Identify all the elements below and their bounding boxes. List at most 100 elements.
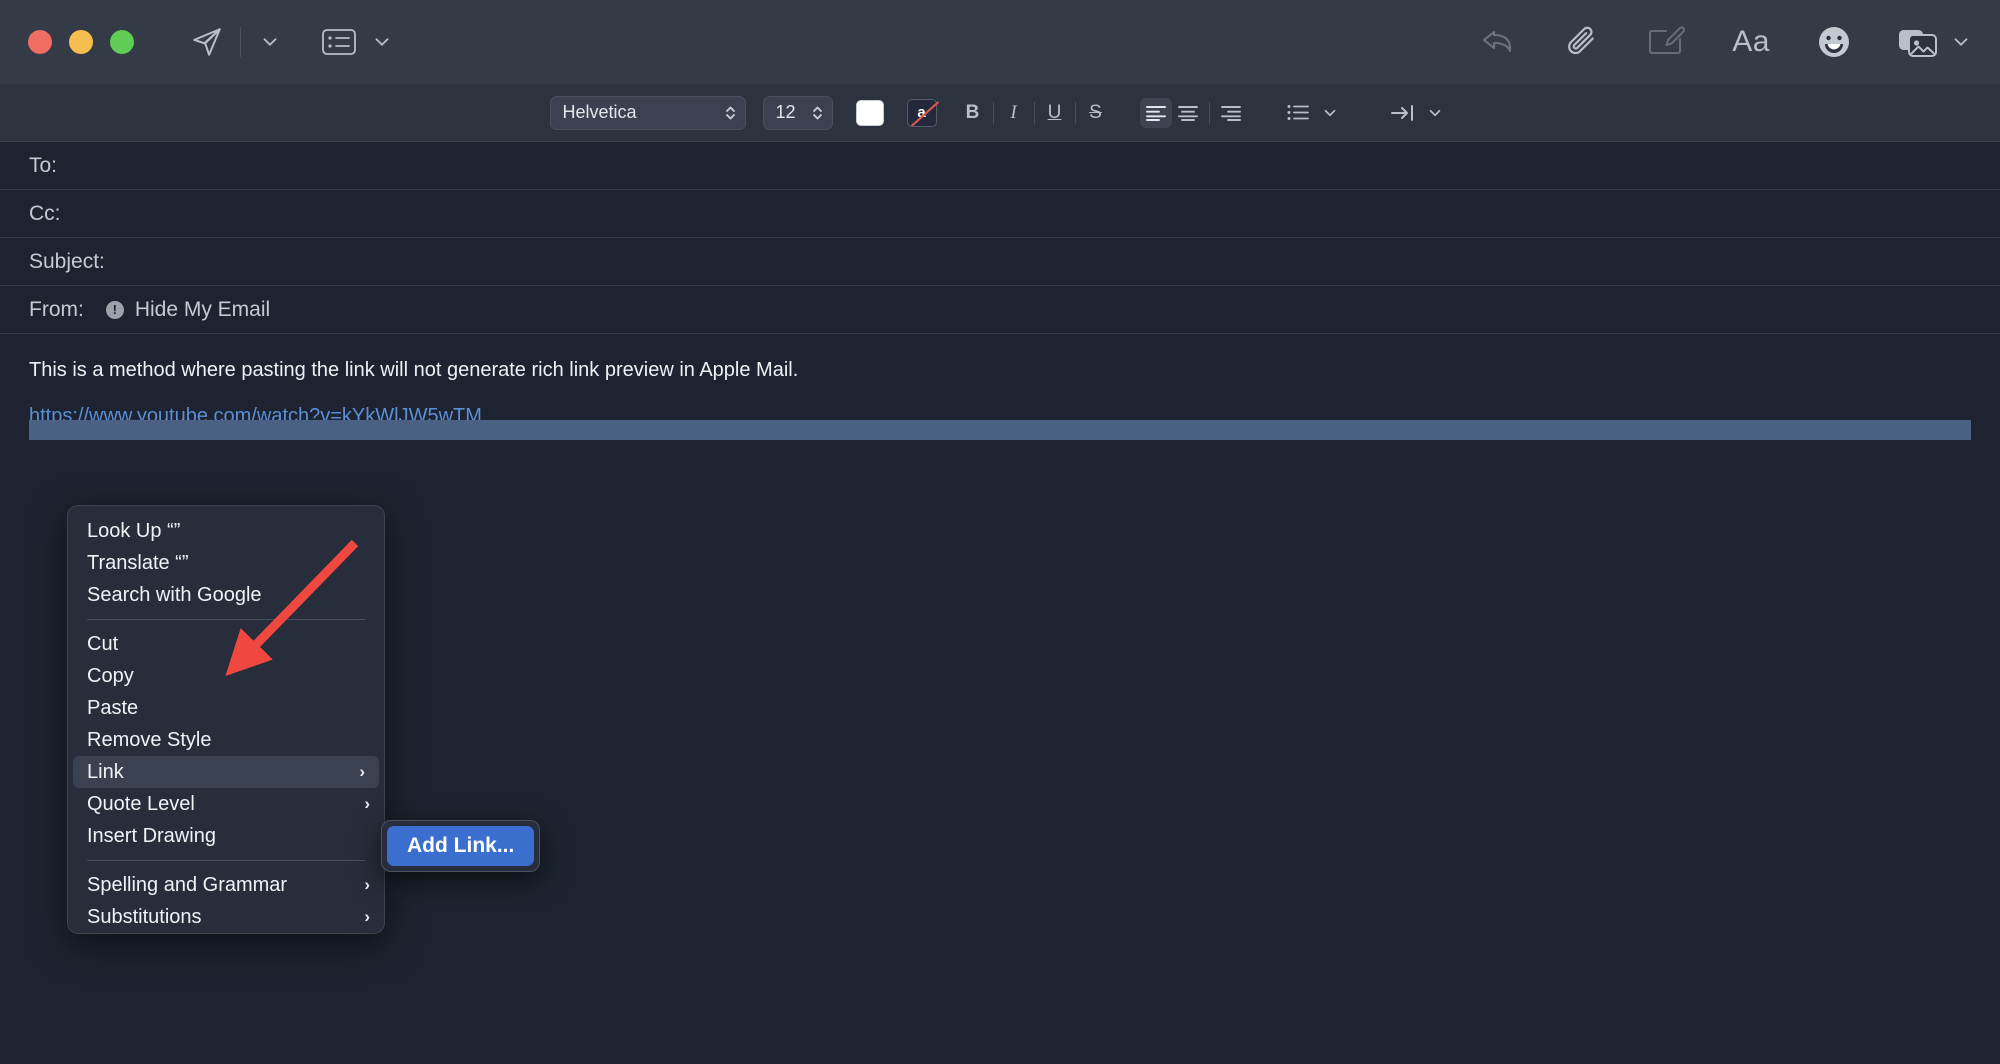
align-left-button[interactable] — [1139, 97, 1172, 128]
reply-arrow-icon — [1483, 31, 1512, 52]
text-selection-highlight — [29, 420, 1971, 440]
photo-browser-icon — [1899, 30, 1937, 57]
divider — [1074, 101, 1076, 124]
minimize-window-button[interactable] — [69, 30, 93, 54]
send-options-button[interactable] — [251, 16, 287, 68]
context-menu-group-edit: Cut Copy Paste Remove Style Link › Quote… — [68, 628, 384, 852]
mail-compose-window: Aa Helvetica 12 a B I U S To: Cc: Subjec… — [0, 0, 2000, 1064]
menu-item-paste[interactable]: Paste — [68, 692, 384, 724]
menu-item-label: Copy — [87, 664, 134, 687]
emoji-picker-button[interactable] — [1810, 16, 1858, 68]
text-color-swatch-button[interactable] — [855, 99, 884, 126]
font-family-select[interactable]: Helvetica — [549, 95, 746, 130]
menu-item-label: Remove Style — [87, 728, 212, 751]
menu-item-cut[interactable]: Cut — [68, 628, 384, 660]
header-fields-options-button[interactable] — [363, 16, 399, 68]
chevron-down-icon — [1324, 109, 1335, 116]
italic-button[interactable]: I — [999, 98, 1029, 128]
submenu-chevron-icon: › — [364, 794, 370, 813]
smiley-face-icon — [1819, 27, 1849, 57]
align-left-icon — [1145, 105, 1166, 121]
message-body[interactable]: This is a method where pasting the link … — [0, 334, 2000, 440]
format-aa-label: Aa — [1732, 25, 1770, 58]
menu-separator — [87, 860, 365, 861]
bulleted-list-icon — [1287, 105, 1309, 120]
reply-button[interactable] — [1474, 16, 1526, 68]
menu-item-quote-level[interactable]: Quote Level › — [68, 788, 384, 820]
menu-item-label: Look Up “” — [87, 519, 181, 542]
submenu-chevron-icon: › — [364, 875, 370, 894]
menu-item-search-with-google[interactable]: Search with Google — [68, 579, 384, 611]
menu-item-label: Quote Level — [87, 792, 195, 815]
send-button[interactable] — [184, 16, 230, 68]
menu-item-label: Paste — [87, 696, 139, 719]
text-style-group: B I U S — [958, 98, 1111, 128]
strikethrough-button[interactable]: S — [1081, 98, 1111, 128]
markup-button[interactable] — [1640, 16, 1692, 68]
menu-item-look-up[interactable]: Look Up “” — [68, 515, 384, 547]
bold-button[interactable]: B — [958, 98, 988, 128]
menu-item-label: Translate “” — [87, 551, 189, 574]
menu-item-translate[interactable]: Translate “” — [68, 547, 384, 579]
markup-pen-icon — [1649, 26, 1686, 54]
font-size-select[interactable]: 12 — [762, 95, 833, 130]
menu-item-label: Insert Drawing — [87, 824, 216, 847]
chevron-down-icon — [1429, 109, 1440, 116]
warning-icon: ! — [105, 300, 124, 319]
from-value[interactable]: Hide My Email — [135, 298, 270, 322]
indent-arrow-icon — [1390, 104, 1413, 121]
from-field-row[interactable]: From: ! Hide My Email — [0, 286, 2000, 334]
menu-item-label: Search with Google — [87, 583, 262, 606]
menu-item-label: Link — [87, 760, 124, 783]
link-submenu: Add Link... — [381, 820, 541, 872]
indent-options-button[interactable] — [1419, 98, 1451, 128]
align-center-button[interactable] — [1172, 98, 1204, 128]
to-label: To: — [29, 153, 58, 177]
menu-item-label: Substitutions — [87, 905, 202, 928]
photo-browser-button[interactable] — [1892, 16, 1978, 68]
divider — [1033, 101, 1035, 124]
traffic-light-controls — [28, 30, 134, 54]
attach-file-button[interactable] — [1560, 16, 1606, 68]
context-menu: Look Up “” Translate “” Search with Goog… — [67, 505, 385, 934]
underline-button[interactable]: U — [1040, 98, 1070, 128]
font-size-stepper-icon — [810, 103, 826, 123]
menu-item-label: Spelling and Grammar — [87, 873, 288, 896]
menu-separator — [87, 619, 365, 620]
submenu-chevron-icon: › — [359, 762, 365, 781]
toolbar-left-group — [184, 16, 399, 68]
header-fields-button[interactable] — [315, 16, 363, 68]
chevron-down-icon — [375, 38, 389, 46]
body-paragraph: This is a method where pasting the link … — [29, 359, 799, 381]
formatting-toolbar: Helvetica 12 a B I U S — [0, 84, 2000, 142]
send-paperplane-icon — [193, 28, 221, 56]
list-options-button[interactable] — [1314, 98, 1346, 128]
menu-item-spelling-and-grammar[interactable]: Spelling and Grammar › — [68, 869, 384, 901]
font-family-stepper-icon — [723, 103, 739, 123]
zoom-window-button[interactable] — [110, 30, 134, 54]
remove-style-button[interactable]: a — [906, 98, 939, 127]
indent-button[interactable] — [1387, 98, 1419, 128]
toolbar-right-group: Aa — [1474, 16, 1978, 68]
list-button[interactable] — [1282, 98, 1314, 128]
to-field-row[interactable]: To: — [0, 142, 2000, 190]
indent-group — [1387, 98, 1451, 128]
align-center-icon — [1177, 105, 1198, 121]
subject-field-row[interactable]: Subject: — [0, 238, 2000, 286]
divider — [1208, 101, 1210, 124]
cc-field-row[interactable]: Cc: — [0, 190, 2000, 238]
align-right-button[interactable] — [1215, 98, 1247, 128]
menu-item-remove-style[interactable]: Remove Style — [68, 724, 384, 756]
from-label: From: — [29, 297, 84, 321]
format-text-button[interactable]: Aa — [1726, 16, 1776, 68]
divider — [992, 101, 994, 124]
font-family-value: Helvetica — [562, 102, 637, 122]
header-fields-icon — [322, 29, 356, 55]
close-window-button[interactable] — [28, 30, 52, 54]
menu-item-substitutions[interactable]: Substitutions › — [68, 901, 384, 933]
submenu-item-add-link[interactable]: Add Link... — [387, 826, 535, 866]
menu-item-copy[interactable]: Copy — [68, 660, 384, 692]
menu-item-insert-drawing[interactable]: Insert Drawing — [68, 820, 384, 852]
menu-item-link[interactable]: Link › — [73, 756, 379, 788]
context-menu-group-text-tools: Spelling and Grammar › Substitutions › — [68, 869, 384, 933]
